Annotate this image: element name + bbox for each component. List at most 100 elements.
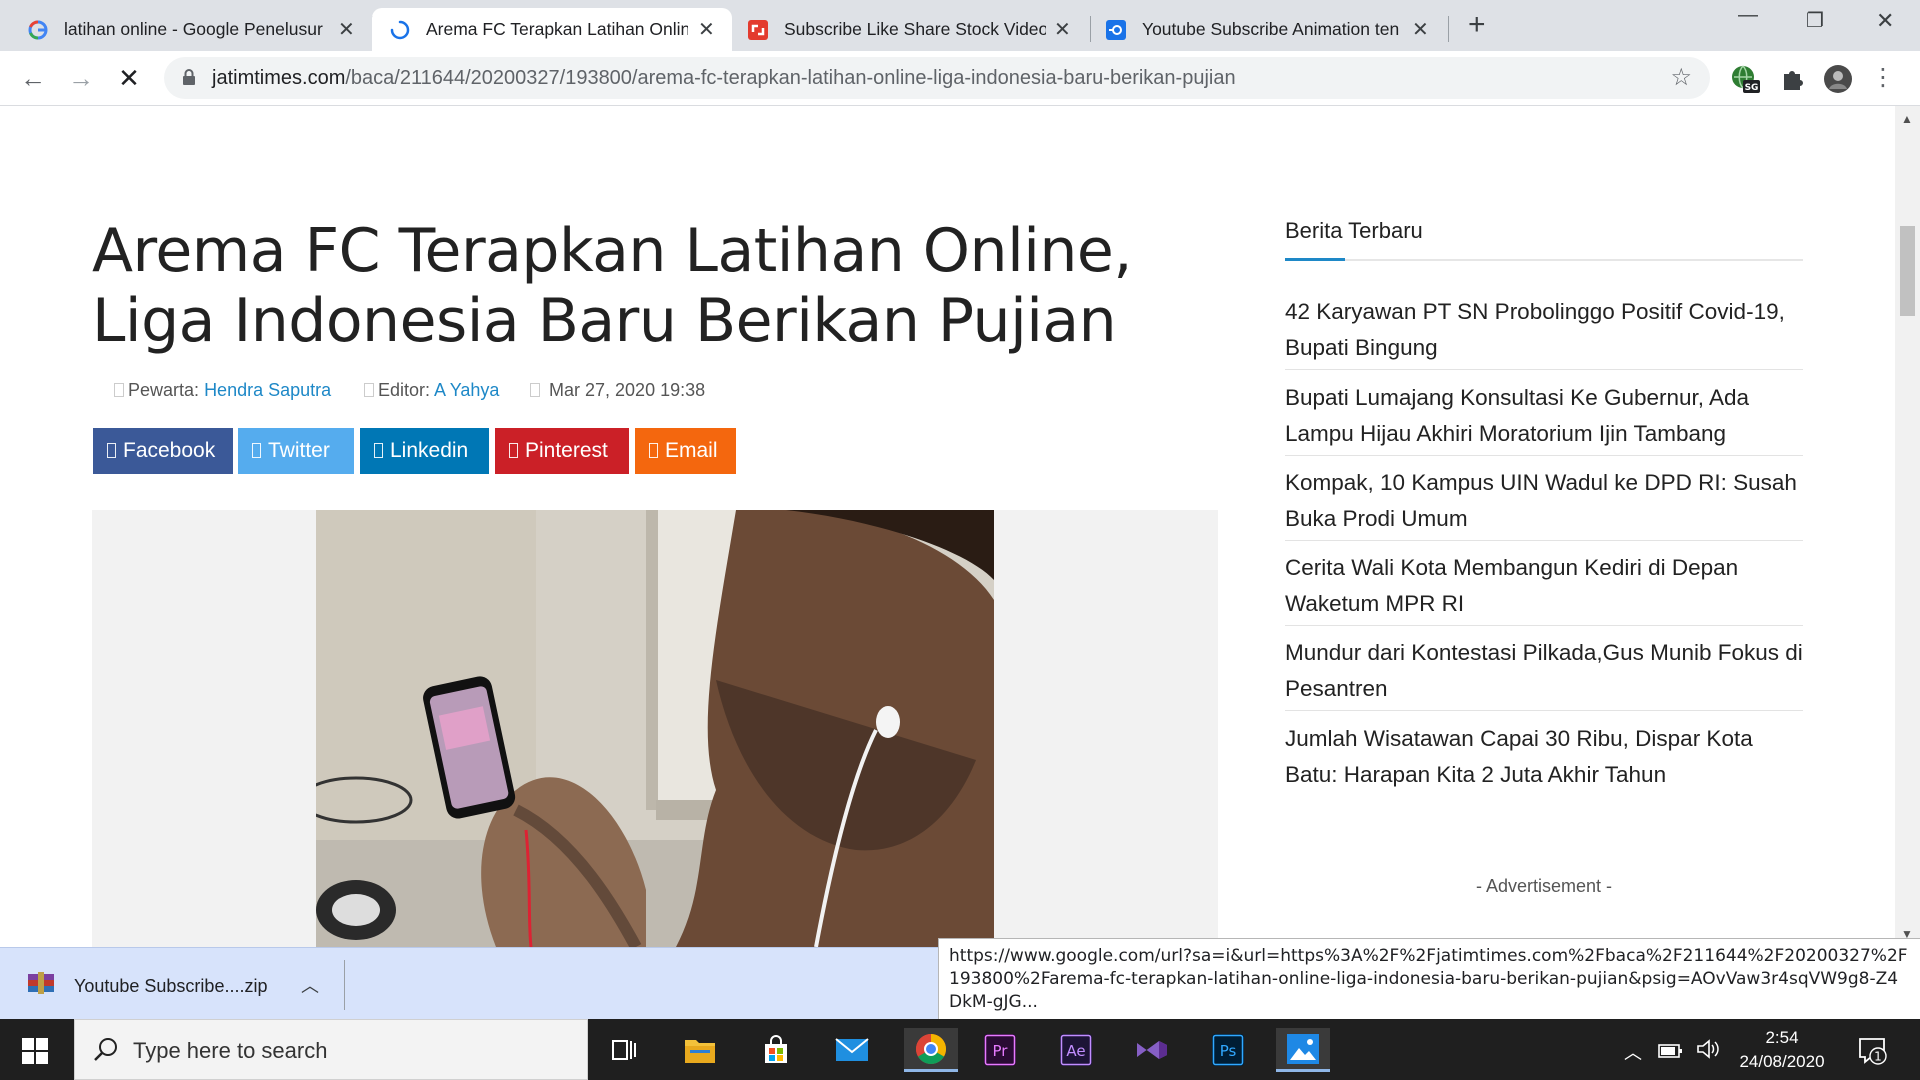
email-icon [649,443,658,458]
search-placeholder: Type here to search [133,1038,328,1063]
notifications-icon[interactable]: 1 [1857,1035,1887,1065]
close-tab-icon[interactable]: ✕ [1412,20,1429,40]
battery-icon[interactable] [1658,1040,1684,1060]
store-icon[interactable] [754,1028,798,1072]
tab-strip: latihan online - Google Penelusur ✕ Arem… [0,0,1920,51]
clock-icon [530,383,540,397]
lock-icon[interactable] [182,69,196,85]
vpn-globe-icon[interactable]: SG [1730,64,1760,94]
minimize-icon[interactable]: — [1738,4,1758,27]
sidebar-divider [1285,258,1803,261]
sidebar-accent [1285,258,1345,261]
web-page: Arema FC Terapkan Latihan Online, Liga I… [0,106,1895,947]
sidebar-title: Berita Terbaru [1285,218,1423,243]
link-status-bubble: https://www.google.com/url?sa=i&url=http… [938,938,1920,1020]
url-path: /baca/211644/20200327/193800/arema-fc-te… [345,67,1236,89]
news-item[interactable]: Jumlah Wisatawan Capai 30 Ribu, Dispar K… [1285,721,1803,796]
news-item[interactable]: Bupati Lumajang Konsultasi Ke Gubernur, … [1285,380,1803,456]
tab-youtube-animation[interactable]: Youtube Subscribe Animation ten ✕ [1090,8,1448,51]
article-photo [316,510,994,947]
news-item[interactable]: Kompak, 10 Kampus UIN Wadul ke DPD RI: S… [1285,465,1803,541]
share-twitter-label: Twitter [268,439,330,462]
visual-studio-icon[interactable] [1130,1028,1174,1072]
article-author: Pewarta: Hendra Saputra [114,380,331,401]
close-tab-icon[interactable]: ✕ [698,20,715,40]
bookmark-star-icon[interactable]: ☆ [1670,63,1692,92]
news-item[interactable]: Cerita Wali Kota Membangun Kediri di Dep… [1285,550,1803,626]
windows-taskbar: Type here to search Pr Ae Ps ︿ 2:54 24/0… [0,1019,1920,1080]
author-link[interactable]: Hendra Saputra [204,380,331,400]
share-facebook-button[interactable]: Facebook [93,428,233,474]
linkedin-icon [374,443,383,458]
scroll-up-arrow-icon[interactable]: ▲ [1901,112,1913,126]
page-scrollbar[interactable]: ▲ ▼ [1895,106,1920,947]
notification-count: 1 [1874,1050,1882,1064]
tab-title: Youtube Subscribe Animation ten [1142,19,1400,39]
svg-text:Pr: Pr [993,1042,1009,1060]
news-item[interactable]: 42 Karyawan PT SN Probolinggo Positif Co… [1285,294,1803,370]
photoshop-icon[interactable]: Ps [1206,1028,1250,1072]
share-pinterest-button[interactable]: Pinterest [495,428,629,474]
windows-start-icon[interactable] [22,1038,48,1064]
date-text: Mar 27, 2020 19:38 [549,380,706,400]
extensions-puzzle-icon[interactable] [1778,64,1808,94]
editor-link[interactable]: A Yahya [434,380,499,400]
download-options-chevron-icon[interactable]: ︿ [301,972,319,998]
volume-icon[interactable] [1696,1038,1720,1060]
google-icon [28,20,48,40]
taskbar-search-box[interactable]: Type here to search [74,1019,588,1080]
new-tab-button[interactable]: + [1468,10,1486,40]
menu-kebab-icon[interactable]: ⋮ [1866,61,1900,95]
close-tab-icon[interactable]: ✕ [1054,20,1071,40]
article-editor: Editor: A Yahya [364,380,499,401]
tab-google-search[interactable]: latihan online - Google Penelusur ✕ [0,8,372,51]
restore-icon[interactable]: ❐ [1806,8,1824,33]
user-icon [114,383,124,397]
vpn-badge-label: SG [1745,83,1759,93]
chrome-icon[interactable] [904,1028,958,1072]
share-twitter-button[interactable]: Twitter [238,428,354,474]
editor-label: Editor: [378,380,431,400]
facebook-icon [107,443,116,458]
premiere-pro-icon[interactable]: Pr [978,1028,1022,1072]
tab-title: Subscribe Like Share Stock Video [784,19,1046,39]
loading-spinner-icon [390,20,410,40]
tab-title: Arema FC Terapkan Latihan Online [426,19,688,39]
share-facebook-label: Facebook [123,439,216,462]
share-linkedin-label: Linkedin [390,439,469,462]
share-linkedin-button[interactable]: Linkedin [360,428,489,474]
file-explorer-icon[interactable] [678,1028,722,1072]
task-view-icon[interactable] [602,1028,646,1072]
advertisement-label: - Advertisement - [1475,876,1613,896]
after-effects-icon[interactable]: Ae [1054,1028,1098,1072]
article-image-frame [92,510,1218,947]
download-file-name[interactable]: Youtube Subscribe....zip [74,976,267,997]
article-headline: Arema FC Terapkan Latihan Online, Liga I… [92,216,1132,356]
profile-avatar[interactable] [1823,64,1853,94]
shutterstock-icon [748,20,768,40]
tab-arema-article[interactable]: Arema FC Terapkan Latihan Online ✕ [372,8,732,51]
scrollbar-thumb[interactable] [1900,226,1915,316]
tab-divider [1448,16,1449,42]
stop-loading-icon[interactable]: ✕ [112,61,146,95]
share-pinterest-label: Pinterest [525,439,608,462]
news-item[interactable]: Mundur dari Kontestasi Pilkada,Gus Munib… [1285,635,1803,711]
address-bar[interactable]: jatimtimes.com/baca/211644/20200327/1938… [164,57,1710,99]
share-email-button[interactable]: Email [635,428,736,474]
tab-shutterstock[interactable]: Subscribe Like Share Stock Video ✕ [732,8,1090,51]
svg-text:Ae: Ae [1066,1042,1085,1060]
mail-icon[interactable] [830,1028,874,1072]
close-window-icon[interactable]: ✕ [1876,8,1894,34]
back-icon[interactable]: ← [16,61,50,95]
forward-icon[interactable]: → [64,61,98,95]
article-date: Mar 27, 2020 19:38 [530,380,705,401]
show-hidden-icons-chevron-icon[interactable]: ︿ [1624,1039,1642,1065]
url-text[interactable]: jatimtimes.com/baca/211644/20200327/1938… [212,67,1236,90]
system-clock[interactable]: 2:54 24/08/2020 [1732,1026,1832,1074]
share-email-label: Email [665,439,718,462]
photos-icon[interactable] [1276,1028,1330,1072]
player-video-call-photo [316,510,994,947]
search-icon [94,1038,117,1061]
browser-toolbar: ← → ✕ jatimtimes.com/baca/211644/2020032… [0,51,1920,106]
close-tab-icon[interactable]: ✕ [338,20,355,40]
